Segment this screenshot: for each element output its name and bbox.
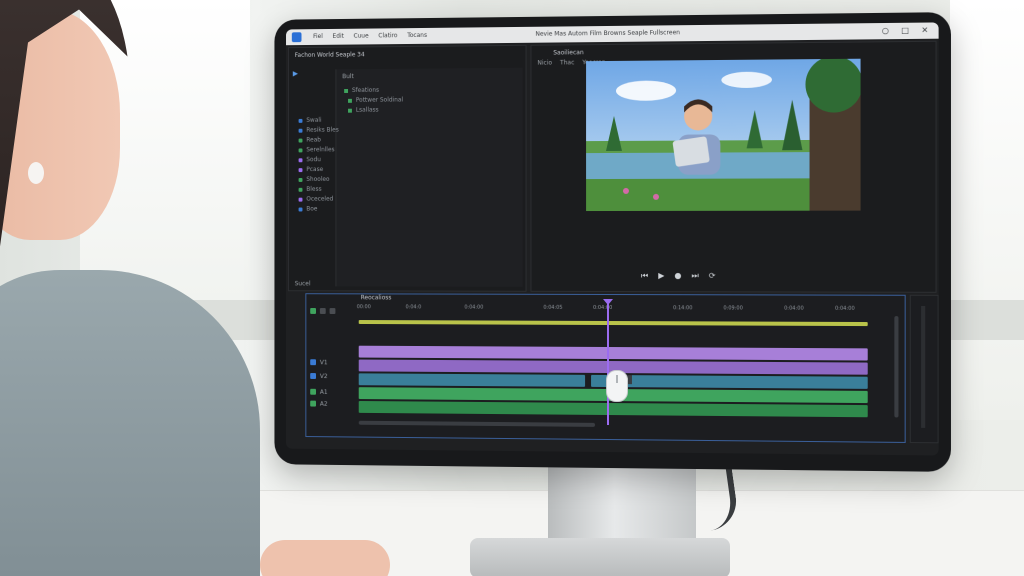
close-icon[interactable]: ✕ [921,26,928,35]
track-label: V1 [319,359,328,367]
scene: Fiel Edit Cuue Clatiro Tocans Nevie Mas … [0,0,1024,576]
play-icon[interactable]: ▶ [658,271,664,281]
maximize-icon[interactable]: □ [901,26,909,35]
track-tools [310,308,336,315]
timeline-title: Reocalioss [360,294,392,302]
eye-icon[interactable] [310,359,317,366]
sidebar-item[interactable]: Swali [298,117,322,124]
sidebar-item[interactable]: Shooleo [298,176,330,183]
work-area-bar[interactable] [358,320,868,327]
video-preview[interactable] [586,58,861,212]
track-label: A1 [319,388,328,396]
link-icon[interactable] [319,308,326,314]
menu-bar: Fiel Edit Cuue Clatiro Tocans [313,32,427,40]
bin-item[interactable]: Pottwer Soldinal [348,96,403,104]
menu-item-file[interactable]: Fiel [313,33,323,40]
sidebar-item[interactable]: Sodu [298,156,321,163]
bin-item[interactable]: Lsallass [348,107,379,114]
track-label: A2 [319,400,328,408]
video-frame [586,58,861,212]
bin-tab[interactable]: Bult [342,73,354,80]
app-logo-icon [291,32,302,43]
step-back-icon[interactable]: ⏮ [641,271,648,281]
window-title: Nevie Mas Autom Film Browns Seaple Fulls… [535,29,681,38]
sidebar-item[interactable]: Reab [298,137,321,144]
timeline-ruler[interactable]: 00:00 0:04:0 0:04:00 0:04:05 0:04:00 0:1… [357,302,876,318]
tick-label: 0:04:05 [543,304,563,311]
mute-icon[interactable] [310,388,317,395]
sidebar-item[interactable]: Bless [298,186,322,193]
mouse-cursor-device [606,369,628,403]
track-header-v1: V1 [310,359,328,367]
project-panel-title: Fachon World Seaple 34 [294,51,365,59]
playhead[interactable] [607,301,609,426]
mute-icon[interactable] [310,400,317,407]
monitor: Fiel Edit Cuue Clatiro Tocans Nevie Mas … [274,12,951,472]
tick-label: 0:04:00 [593,304,613,312]
timeline-panel: Reocalioss 00:00 0:04:0 0:04:00 0:04:05 … [305,293,906,443]
audio-meter [909,294,939,444]
minimize-icon[interactable]: ○ [882,26,889,35]
tick-label: 0:04:0 [405,304,422,311]
tab-track[interactable]: Thac [560,59,574,66]
eye-icon[interactable] [310,373,317,379]
track-header-a2: A2 [310,400,328,408]
program-monitor-title: Saoiliecan [553,49,584,57]
track-label: V2 [319,373,328,381]
sidebar-item[interactable]: Serelnlles [298,146,335,153]
video-clip[interactable] [358,373,586,387]
step-forward-icon[interactable]: ⏭ [691,271,698,281]
menu-item-tools[interactable]: Tocans [407,32,427,39]
marker-icon[interactable] [329,308,336,315]
track-header-v2: V2 [310,373,328,381]
tick-label: 0:09:00 [723,305,743,312]
vertical-scrollbar[interactable] [894,316,899,418]
bin-area: Bult Sfeations Pottwer Soldinal Lsallass [335,67,523,287]
project-panel: Fachon World Seaple 34 ▶ Bult Sfeations … [287,44,527,292]
track-header-a1: A1 [310,388,328,396]
bin-item[interactable]: Sfeations [344,87,379,94]
sidebar-item[interactable]: Boe [298,206,317,213]
tick-label: 00:00 [356,304,371,311]
window-right [950,0,1024,420]
timeline-scrollbar[interactable] [358,420,596,427]
monitor-stand-base [470,538,730,576]
audio-clip[interactable] [358,401,868,418]
earring [28,162,44,184]
play-icon[interactable]: ▶ [293,70,298,78]
sidebar-item[interactable]: Resiks Bles [298,127,339,134]
sidebar-item[interactable]: Oceceled [298,196,333,203]
menu-item-clip[interactable]: Cuue [354,33,369,40]
tick-label: 0:14:00 [673,305,693,312]
meter-bar [921,305,926,428]
person-hand [260,540,390,576]
tick-label: 0:04:00 [835,305,855,312]
menu-item-sequence[interactable]: Clatiro [378,32,397,39]
video-clip[interactable] [591,374,868,389]
tick-label: 0:04:00 [784,305,804,312]
sidebar-item[interactable]: Pcase [298,166,323,173]
record-icon[interactable]: ● [674,271,681,281]
program-monitor: Saoiliecan Nicio Thac Yoocrop [530,40,937,293]
tab-video[interactable]: Nicio [537,60,552,67]
video-clip[interactable] [358,345,868,361]
menu-item-edit[interactable]: Edit [333,33,344,40]
project-footer: Sucel [294,280,311,288]
transport-controls: ⏮ ▶ ● ⏭ ⟳ [641,271,716,281]
snap-icon[interactable] [310,308,317,314]
loop-icon[interactable]: ⟳ [709,271,716,281]
tick-label: 0:04:00 [464,304,484,311]
